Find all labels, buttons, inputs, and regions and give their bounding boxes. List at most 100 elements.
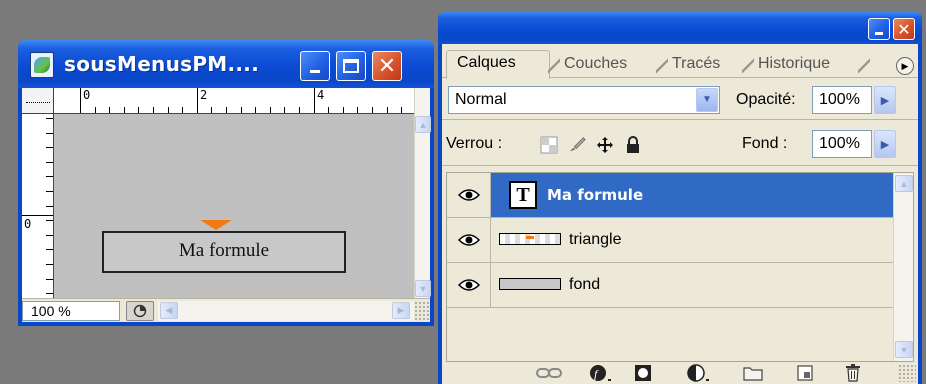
resize-grip[interactable] <box>414 301 430 321</box>
new-group-folder-icon[interactable] <box>742 364 764 382</box>
layer-row-triangle[interactable]: triangle <box>447 218 893 263</box>
delete-layer-trash-icon[interactable] <box>842 364 864 382</box>
tab-couches[interactable]: Couches <box>554 52 660 78</box>
lock-label: Verrou : <box>446 135 503 152</box>
scroll-up-arrow-icon[interactable]: ▲ <box>895 175 913 192</box>
ruler-tick <box>95 107 96 113</box>
document-body: 0 2 4 0 Ma formule ▲ ▼ 100 % ◀ ▶ <box>22 88 431 322</box>
opacity-field[interactable]: 100% <box>812 86 872 114</box>
document-window[interactable]: sousMenusPM.... ✕ 0 2 4 0 Ma formule ▲ ▼… <box>18 40 434 326</box>
close-button[interactable]: ✕ <box>372 51 402 81</box>
tab-historique[interactable]: Historique <box>748 52 858 78</box>
lock-transparency-icon[interactable] <box>540 136 558 154</box>
scroll-left-arrow-icon[interactable]: ◀ <box>160 302 178 319</box>
minimize-icon <box>310 69 320 73</box>
ruler-tick <box>46 162 53 163</box>
ruler-tick <box>124 107 125 113</box>
scroll-right-arrow-icon[interactable]: ▶ <box>392 302 410 319</box>
layer-list-scrollbar[interactable]: ▲ ▼ <box>893 173 913 361</box>
ruler-origin[interactable] <box>22 88 54 114</box>
vertical-ruler[interactable]: 0 <box>22 114 54 298</box>
visibility-toggle[interactable] <box>447 218 491 262</box>
horizontal-ruler[interactable]: 0 2 4 <box>54 88 414 114</box>
vertical-scrollbar[interactable]: ▲ ▼ <box>414 88 431 298</box>
eye-icon <box>457 189 480 201</box>
ruler-tick <box>46 249 53 250</box>
ruler-label: 0 <box>83 88 91 102</box>
status-menu-button[interactable] <box>126 301 154 321</box>
ruler-tick <box>46 206 53 207</box>
fill-slider-arrow-icon[interactable]: ▶ <box>874 130 896 158</box>
ruler-tick <box>168 107 169 113</box>
adjustment-layer-icon[interactable] <box>686 364 712 382</box>
zoom-field[interactable]: 100 % <box>22 301 120 321</box>
layer-list: T Ma formule triangle fond ▲ ▼ <box>446 172 914 362</box>
minimize-button[interactable] <box>300 51 330 81</box>
ruler-tick <box>357 107 358 113</box>
resize-grip[interactable] <box>898 364 916 382</box>
lock-all-padlock-icon[interactable] <box>624 136 642 154</box>
document-titlebar[interactable]: sousMenusPM.... ✕ <box>18 40 434 88</box>
new-layer-icon[interactable] <box>794 364 816 382</box>
ruler-tick <box>299 107 300 113</box>
ruler-tick <box>387 107 388 113</box>
palette-tabs: Calques Couches Tracés Historique ▶ <box>442 44 918 79</box>
triangle-shape[interactable] <box>200 220 232 230</box>
canvas-text-layer[interactable]: Ma formule <box>102 240 346 262</box>
tab-traces[interactable]: Tracés <box>662 52 746 78</box>
link-layers-icon[interactable] <box>534 364 564 382</box>
ruler-tick <box>211 107 212 113</box>
palette-menu-icon[interactable]: ▶ <box>896 57 914 75</box>
tab-calques[interactable]: Calques <box>446 50 550 79</box>
layer-row-fond[interactable]: fond <box>447 263 893 308</box>
visibility-toggle[interactable] <box>447 173 491 217</box>
maximize-button[interactable] <box>336 51 366 81</box>
scroll-down-arrow-icon[interactable]: ▼ <box>415 280 431 297</box>
layers-palette[interactable]: ✕ Calques Couches Tracés Historique ▶ No… <box>438 12 922 384</box>
ruler-tick <box>46 118 53 119</box>
scroll-up-arrow-icon[interactable]: ▲ <box>415 116 431 133</box>
ruler-tick <box>138 107 139 113</box>
ruler-tick <box>226 107 227 113</box>
horizontal-scrollbar[interactable]: ◀ ▶ <box>158 301 414 321</box>
fond-layer-thumbnail-icon <box>499 278 561 290</box>
palette-minimize-button[interactable] <box>868 18 890 40</box>
blend-mode-select[interactable]: Normal ▼ <box>448 86 720 114</box>
chevron-down-icon[interactable]: ▼ <box>696 88 718 112</box>
ruler-tick <box>270 107 271 113</box>
close-icon: ✕ <box>897 19 911 39</box>
ruler-tick <box>46 293 53 294</box>
ruler-tick <box>241 107 242 113</box>
ruler-tick <box>372 107 373 113</box>
opacity-slider-arrow-icon[interactable]: ▶ <box>874 86 896 114</box>
lock-move-icon[interactable] <box>596 136 614 154</box>
ruler-tick <box>328 107 329 113</box>
layer-mask-icon[interactable] <box>632 364 654 382</box>
ruler-tick <box>46 235 53 236</box>
lock-row: Verrou : Fond : 100% ▶ <box>442 122 918 166</box>
close-icon: ✕ <box>377 53 397 79</box>
status-bar: 100 % ◀ ▶ <box>22 298 430 322</box>
ruler-label: 0 <box>24 217 32 231</box>
palette-close-button[interactable]: ✕ <box>893 18 915 40</box>
layer-style-icon[interactable]: f <box>588 364 614 382</box>
lock-paint-brush-icon[interactable] <box>568 136 586 154</box>
ruler-tick <box>46 191 53 192</box>
ruler-tick <box>46 133 53 134</box>
layer-name[interactable]: Ma formule <box>547 185 643 205</box>
ruler-tick <box>46 176 53 177</box>
ruler-tick <box>80 107 81 113</box>
ruler-label: 2 <box>200 88 208 102</box>
layer-name[interactable]: triangle <box>569 230 621 250</box>
layer-row-ma-formule[interactable]: T Ma formule <box>447 173 893 218</box>
eye-icon <box>457 279 480 291</box>
document-canvas[interactable]: Ma formule <box>54 114 414 298</box>
layers-titlebar[interactable]: ✕ <box>438 12 922 44</box>
layer-name[interactable]: fond <box>569 275 600 295</box>
status-menu-icon <box>133 304 147 318</box>
ruler-tick <box>314 107 315 113</box>
scroll-down-arrow-icon[interactable]: ▼ <box>895 341 913 358</box>
ruler-tick <box>46 147 53 148</box>
fill-field[interactable]: 100% <box>812 130 872 158</box>
visibility-toggle[interactable] <box>447 263 491 307</box>
